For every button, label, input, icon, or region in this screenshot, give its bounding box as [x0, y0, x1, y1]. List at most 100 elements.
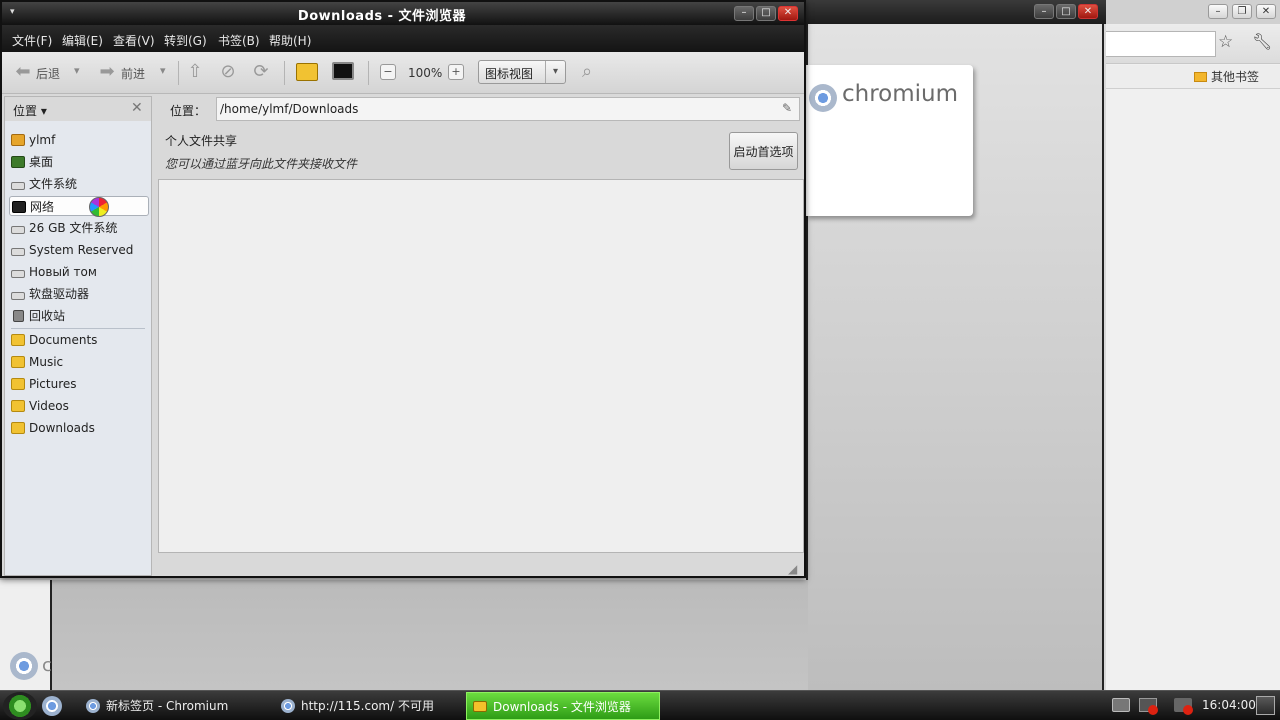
folder-icon — [11, 356, 25, 368]
sidebar-item-label: Music — [29, 355, 64, 369]
toolbar: ⬅ 后退 ▾ ➡ 前进 ▾ ⇧ ⊘ ⟳ − 100% + 图标视图 ▾ ⌕ — [2, 52, 804, 94]
share-description: 您可以通过蓝牙向此文件夹接收文件 — [165, 157, 358, 171]
menu-file[interactable]: 文件(F) — [12, 32, 52, 49]
close-sidebar-icon[interactable]: ✕ — [131, 100, 143, 116]
zoom-in-button[interactable]: + — [448, 64, 464, 80]
task-label: http://115.com/ 不可用 — [301, 699, 434, 713]
other-bookmarks-label: 其他书签 — [1211, 70, 1260, 84]
clock[interactable]: 16:04:00 — [1202, 698, 1256, 712]
toolbar-separator — [178, 61, 179, 85]
reload-icon[interactable]: ⟳ — [250, 61, 272, 83]
resize-grip-icon[interactable]: ◢ — [788, 562, 797, 576]
toolbar-separator — [284, 61, 285, 85]
show-desktop-button[interactable] — [1256, 696, 1275, 715]
menu-bookmarks[interactable]: 书签(B) — [218, 32, 260, 49]
up-arrow-icon[interactable]: ⇧ — [184, 61, 206, 83]
search-icon[interactable]: ⌕ — [576, 61, 598, 83]
menu-go[interactable]: 转到(G) — [164, 32, 207, 49]
chromium-logo-text: chromium — [842, 81, 959, 107]
sidebar-item-filesystem[interactable]: 文件系统 — [9, 174, 149, 194]
sidebar-item-label: 文件系统 — [29, 177, 78, 191]
drive-icon — [11, 182, 25, 190]
omnibox[interactable] — [1106, 31, 1216, 57]
menu-view[interactable]: 查看(V) — [113, 32, 155, 49]
alert-badge-icon — [1183, 705, 1193, 715]
sidebar-item-pictures[interactable]: Pictures — [9, 374, 149, 394]
star-icon[interactable]: ☆ — [1218, 32, 1233, 52]
view-mode-select[interactable]: 图标视图 ▾ — [478, 60, 566, 84]
sidebar-item-label: Pictures — [29, 377, 77, 391]
launch-preferences-button[interactable]: 启动首选项 — [729, 132, 798, 170]
bg-maximize-button[interactable]: □ — [1056, 4, 1076, 19]
task-label: 新标签页 - Chromium — [106, 699, 229, 713]
clear-location-icon[interactable]: ✎ — [782, 101, 792, 115]
sidebar-item-music[interactable]: Music — [9, 352, 149, 372]
sidebar-title: 位置 — [13, 104, 38, 118]
sidebar-item-videos[interactable]: Videos — [9, 396, 149, 416]
taskbar: 新标签页 - Chromium http://115.com/ 不可用 Down… — [0, 690, 1280, 720]
sidebar-item-trash[interactable]: 回收站 — [9, 306, 149, 326]
sidebar-item-downloads[interactable]: Downloads — [9, 418, 149, 438]
sidebar-item-documents[interactable]: Documents — [9, 330, 149, 350]
network-icon — [12, 201, 26, 213]
chromium-launcher-icon[interactable] — [42, 696, 62, 716]
rb-minimize-button[interactable]: – — [1208, 4, 1228, 19]
drive-icon — [11, 270, 25, 278]
start-menu-button[interactable] — [3, 692, 37, 720]
sidebar-item-26gb[interactable]: 26 GB 文件系统 — [9, 218, 149, 238]
menu-help[interactable]: 帮助(H) — [269, 32, 311, 49]
keyboard-icon[interactable] — [1112, 698, 1130, 712]
sidebar-item-ylmf[interactable]: ylmf — [9, 130, 149, 150]
personal-file-sharing-bar: 个人文件共享 您可以通过蓝牙向此文件夹接收文件 启动首选项 — [158, 126, 804, 178]
menu-edit[interactable]: 编辑(E) — [62, 32, 103, 49]
sidebar-item-system-reserved[interactable]: System Reserved — [9, 240, 149, 260]
sidebar-item-new-volume[interactable]: Новый том — [9, 262, 149, 282]
task-new-tab-chromium[interactable]: 新标签页 - Chromium — [80, 692, 270, 720]
folder-icon — [473, 701, 487, 712]
file-manager-window: ▾ Downloads - 文件浏览器 – □ ✕ 文件(F) 编辑(E) 查看… — [0, 0, 806, 578]
zoom-out-button[interactable]: − — [380, 64, 396, 80]
sidebar-divider — [11, 328, 145, 329]
maximize-button[interactable]: □ — [756, 6, 776, 21]
rb-close-button[interactable]: ✕ — [1256, 4, 1276, 19]
sidebar-item-label: ylmf — [29, 133, 56, 147]
toolbar-separator — [368, 61, 369, 85]
right-browser-window: – ❐ ✕ ☆ 🔧︎ 其他书签 — [1106, 0, 1280, 690]
file-view-area[interactable] — [158, 179, 804, 553]
bg-minimize-button[interactable]: – — [1034, 4, 1054, 19]
computer-icon[interactable] — [332, 62, 354, 80]
other-bookmarks-button[interactable]: 其他书签 — [1194, 68, 1259, 85]
zoom-level: 100% — [408, 66, 443, 80]
sidebar-header: 位置 ▾ ✕ — [5, 97, 151, 121]
sidebar-item-label: Videos — [29, 399, 69, 413]
sidebar-item-label: Documents — [29, 333, 98, 347]
bg-close-button[interactable]: ✕ — [1078, 4, 1098, 19]
forward-button[interactable]: 前进 — [121, 65, 145, 82]
chromium-logo-icon — [10, 652, 38, 680]
home-folder-icon[interactable] — [296, 63, 318, 81]
partial-logo-text: c — [42, 655, 52, 676]
trash-icon — [13, 310, 24, 322]
minimize-button[interactable]: – — [734, 6, 754, 21]
sidebar-item-network[interactable]: 网络 — [9, 196, 149, 216]
share-title: 个人文件共享 — [165, 134, 238, 148]
rb-restore-button[interactable]: ❐ — [1232, 4, 1252, 19]
close-button[interactable]: ✕ — [778, 6, 798, 21]
menubar: 文件(F) 编辑(E) 查看(V) 转到(G) 书签(B) 帮助(H) — [2, 25, 804, 52]
window-titlebar: ▾ Downloads - 文件浏览器 – □ ✕ — [2, 2, 804, 25]
forward-history-dropdown[interactable]: ▾ — [160, 64, 166, 77]
chromium-icon — [281, 699, 295, 713]
task-115-unavailable[interactable]: http://115.com/ 不可用 — [275, 692, 465, 720]
sidebar-item-label: 回收站 — [29, 309, 66, 323]
task-downloads-file-browser[interactable]: Downloads - 文件浏览器 — [466, 692, 660, 720]
chevron-down-icon: ▾ — [545, 61, 565, 83]
sidebar-item-floppy[interactable]: 软盘驱动器 — [9, 284, 149, 304]
sidebar-title-dropdown[interactable]: 位置 ▾ — [13, 102, 47, 119]
back-button[interactable]: 后退 — [36, 65, 60, 82]
wrench-icon[interactable]: 🔧︎ — [1252, 32, 1272, 51]
back-history-dropdown[interactable]: ▾ — [74, 64, 80, 77]
location-input[interactable] — [216, 97, 800, 121]
drive-icon — [11, 292, 25, 300]
sidebar-item-desktop[interactable]: 桌面 — [9, 152, 149, 172]
stop-icon[interactable]: ⊘ — [217, 61, 239, 83]
